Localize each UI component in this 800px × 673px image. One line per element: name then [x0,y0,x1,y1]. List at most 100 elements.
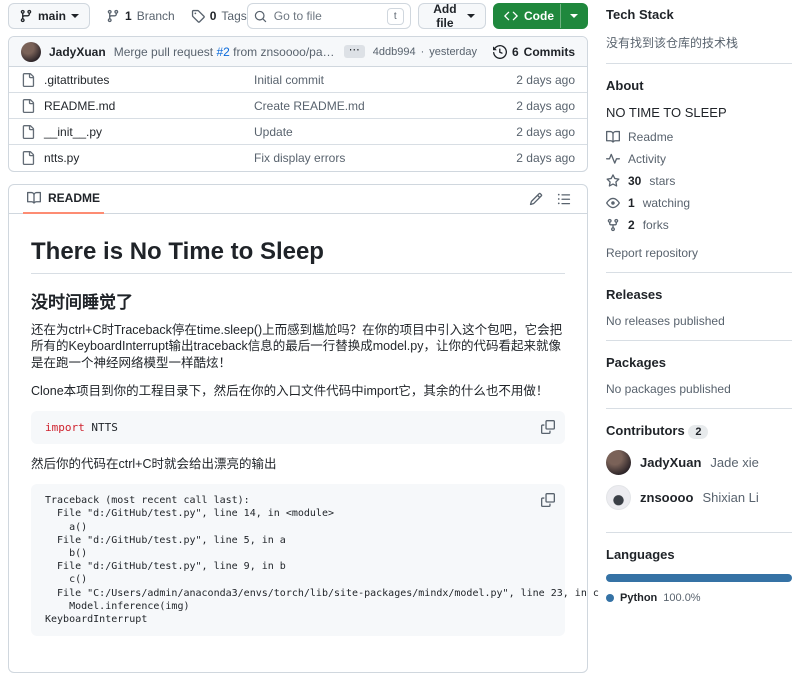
file-name-cell: README.md [21,99,254,113]
readme-paragraph: 还在为ctrl+C时Traceback停在time.sleep()上而感到尴尬吗… [31,322,565,371]
git-branch-icon [19,9,33,23]
commit-author-link[interactable]: JadyXuan [49,45,106,59]
file-commit-message-link[interactable]: Create README.md [254,99,516,113]
commit-meta: 4ddb994 · yesterday [373,46,477,58]
about-watching-link[interactable]: 1 watching [606,196,792,210]
commit-hash-link[interactable]: 4ddb994 [373,46,416,58]
languages-section: Languages Python 100.0% [606,545,792,616]
branch-selector-button[interactable]: main [8,3,90,29]
about-activity-link[interactable]: Activity [606,152,792,166]
file-name-link[interactable]: ntts.py [44,151,79,165]
about-forks-link[interactable]: 2 forks [606,218,792,232]
file-commit-message-link[interactable]: Update [254,125,516,139]
code-block-import: import NTTS [31,411,565,444]
chevron-down-icon [570,14,578,18]
branches-label: Branch [137,9,175,23]
file-commit-message-link[interactable]: Initial commit [254,73,516,87]
readme-content: There is No Time to Sleep 没时间睡觉了 还在为ctrl… [9,214,587,672]
releases-empty-text: No releases published [606,314,792,328]
commit-author-avatar[interactable] [21,42,41,62]
watching-count: 1 [628,196,635,210]
history-clock-icon [493,45,507,59]
search-icon [254,10,267,23]
copy-code-button[interactable] [539,491,557,509]
book-icon [27,191,41,205]
file-icon [21,99,35,113]
code-icon [504,9,518,23]
language-bar-python[interactable] [606,574,792,582]
table-row[interactable]: ntts.py Fix display errors 2 days ago [9,145,587,171]
table-row[interactable]: .gitattributes Initial commit 2 days ago [9,67,587,93]
file-name-link[interactable]: .gitattributes [44,73,109,87]
about-stars-link[interactable]: 30 stars [606,174,792,188]
commit-history-link[interactable]: 6 Commits [493,45,575,59]
contributor-username[interactable]: znsoooo [640,490,693,505]
toolbar-right: t Add file Code [247,3,588,29]
commit-ellipsis-button[interactable]: ⋯ [344,45,365,58]
about-activity-label: Activity [628,152,666,166]
language-legend-python[interactable]: Python 100.0% [606,592,792,604]
list-item[interactable]: JadyXuan Jade xie [606,450,792,475]
commit-message[interactable]: Merge pull request #2 from znsoooo/patch… [114,45,336,59]
about-readme-link[interactable]: Readme [606,130,792,144]
readme-title: There is No Time to Sleep [31,238,565,274]
outline-list-button[interactable] [557,192,571,206]
file-commit-message-link[interactable]: Fix display errors [254,151,516,165]
code-button[interactable]: Code [493,3,588,29]
contributors-count-badge: 2 [688,425,708,439]
tab-readme[interactable]: README [23,185,104,214]
readme-card: README There is No Time to Sleep 没时间睡觉了 … [8,184,588,673]
copy-code-button[interactable] [539,418,557,436]
contributors-title-label: Contributors [606,423,685,438]
packages-section: Packages No packages published [606,353,792,409]
search-input[interactable] [272,8,382,24]
branches-link[interactable]: 1 Branch [106,9,175,23]
file-name-cell: .gitattributes [21,73,254,87]
commit-time: yesterday [429,46,477,58]
file-icon [21,151,35,165]
list-item[interactable]: znsoooo Shixian Li [606,485,792,510]
code-text: NTTS [85,421,118,434]
commits-label: Commits [524,45,575,59]
branches-count: 1 [125,9,132,23]
add-file-button[interactable]: Add file [418,3,486,29]
file-name-link[interactable]: __init__.py [44,125,102,139]
git-branch-icon [106,9,120,23]
repo-forked-icon [606,218,620,232]
tags-link[interactable]: 0 Tags [191,9,247,23]
code-dropdown-caret[interactable] [560,4,587,28]
file-browser: JadyXuan Merge pull request #2 from znso… [8,36,588,172]
list-unordered-icon [557,192,571,206]
repo-toolbar: main 1 Branch 0 Tags t [8,2,588,30]
traceback-code: Traceback (most recent call last): File … [45,494,551,626]
languages-title: Languages [606,547,792,562]
shortcut-key-badge: t [387,8,404,25]
repo-page: main 1 Branch 0 Tags t [0,0,800,673]
contributors-section: Contributors 2 JadyXuan Jade xie znsoooo… [606,421,792,533]
file-commit-time: 2 days ago [516,151,575,165]
table-row[interactable]: __init__.py Update 2 days ago [9,119,587,145]
report-repository-link[interactable]: Report repository [606,246,792,260]
repo-description: NO TIME TO SLEEP [606,105,792,120]
file-icon [21,73,35,87]
edit-readme-button[interactable] [529,192,543,206]
file-commit-time: 2 days ago [516,99,575,113]
pr-link[interactable]: #2 [216,45,229,59]
readme-heading-2: 没时间睡觉了 [31,288,565,313]
contributor-username[interactable]: JadyXuan [640,455,701,470]
table-row[interactable]: README.md Create README.md 2 days ago [9,93,587,119]
contributor-display-name: Shixian Li [702,490,758,505]
contributor-display-name: Jade xie [710,455,758,470]
readme-header-actions [529,192,587,206]
readme-tab-label: README [48,191,100,205]
tags-label: Tags [221,9,246,23]
watching-label: watching [643,196,690,210]
go-to-file-search[interactable]: t [247,3,411,29]
tags-count: 0 [210,9,217,23]
contributors-title: Contributors 2 [606,423,792,438]
packages-title: Packages [606,355,792,370]
code-button-label: Code [524,9,554,23]
chevron-down-icon [71,14,79,18]
file-name-link[interactable]: README.md [44,99,115,113]
star-icon [606,174,620,188]
